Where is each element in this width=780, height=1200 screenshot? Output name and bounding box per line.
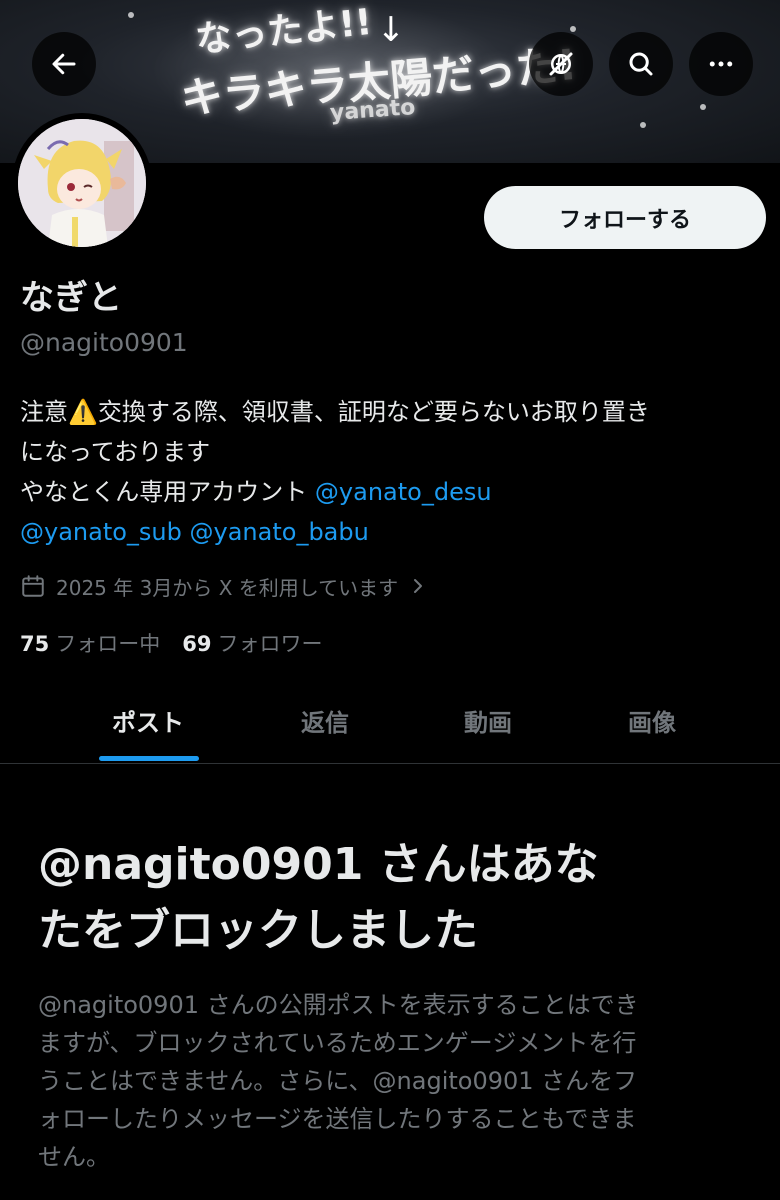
profile-bio: 注意⚠️交換する際、領収書、証明など要らないお取り置き になっております やなと… — [20, 392, 770, 552]
joined-text: 2025 年 3月から X を利用しています — [56, 575, 399, 600]
bio-line: @yanato_sub @yanato_babu — [20, 512, 770, 552]
avatar[interactable] — [12, 113, 152, 253]
tab-posts[interactable]: ポスト — [66, 676, 230, 764]
bio-text: やなとくん専用アカウント — [20, 478, 315, 506]
avatar-illustration — [18, 119, 146, 247]
user-handle: @nagito0901 — [20, 328, 188, 357]
arrow-left-icon — [52, 53, 76, 75]
blocked-title-line: @nagito0901 さんはあな — [38, 839, 599, 890]
following-count: 75 — [20, 632, 50, 656]
following-label: フォロー中 — [55, 632, 161, 656]
calendar-icon — [22, 575, 44, 597]
bio-line: になっております — [20, 438, 211, 466]
blocked-description: @nagito0901 さんの公開ポストを表示することはでき ますが、ブロックさ… — [38, 986, 748, 1176]
blocked-desc-line: @nagito0901 さんの公開ポストを表示することはでき — [38, 991, 639, 1019]
followers-stat[interactable]: 69 フォロワー — [182, 628, 322, 658]
banner-light — [700, 104, 706, 110]
translate-button[interactable] — [529, 32, 593, 96]
chevron-right-icon — [414, 579, 423, 593]
followers-count: 69 — [182, 632, 212, 656]
mention-link[interactable]: @yanato_babu — [190, 518, 369, 546]
tab-videos[interactable]: 動画 — [406, 676, 570, 764]
joined-date[interactable]: 2025 年 3月から X を利用しています — [20, 571, 426, 601]
mention-link[interactable]: @yanato_desu — [315, 478, 492, 506]
banner-light — [128, 12, 134, 18]
mention-link[interactable]: @yanato_sub — [20, 518, 182, 546]
bio-line: 注意⚠️交換する際、領収書、証明など要らないお取り置き — [20, 398, 650, 426]
avatar-image — [18, 119, 146, 247]
more-button[interactable] — [689, 32, 753, 96]
blocked-title-line: たをブロックしました — [38, 905, 478, 956]
blocked-title: @nagito0901 さんはあな たをブロックしました — [38, 832, 748, 964]
following-stat[interactable]: 75 フォロー中 — [20, 628, 160, 658]
profile-page: なったよ!! キラキラ太陽だった! yanato ↓ フォローする なぎと @n… — [0, 0, 780, 1200]
blocked-desc-line: ますが、ブロックされているためエンゲージメントを行 — [38, 1029, 637, 1057]
blocked-desc-line: せん。 — [38, 1143, 110, 1171]
pull-down-arrow-icon: ↓ — [376, 10, 406, 50]
bio-line: やなとくん専用アカウント @yanato_desu — [20, 472, 770, 512]
followers-label: フォロワー — [217, 632, 323, 656]
active-tab-indicator — [99, 756, 199, 761]
search-icon — [629, 52, 653, 76]
follow-stats: 75 フォロー中 69 フォロワー — [20, 628, 322, 658]
blocked-desc-line: ォローしたりメッセージを送信したりすることもできま — [38, 1105, 637, 1133]
translate-off-icon — [549, 52, 573, 76]
banner-light — [570, 26, 576, 32]
follow-button[interactable]: フォローする — [484, 186, 766, 249]
search-button[interactable] — [609, 32, 673, 96]
display-name: なぎと — [20, 278, 122, 318]
banner-light — [640, 122, 646, 128]
tab-replies[interactable]: 返信 — [243, 676, 407, 764]
profile-tabs: ポスト 返信 動画 画像 — [0, 676, 780, 764]
more-icon — [709, 61, 733, 67]
blocked-desc-line: うことはできません。さらに、@nagito0901 さんをフ — [38, 1067, 638, 1095]
back-button[interactable] — [32, 32, 96, 96]
tab-images[interactable]: 画像 — [570, 676, 734, 764]
